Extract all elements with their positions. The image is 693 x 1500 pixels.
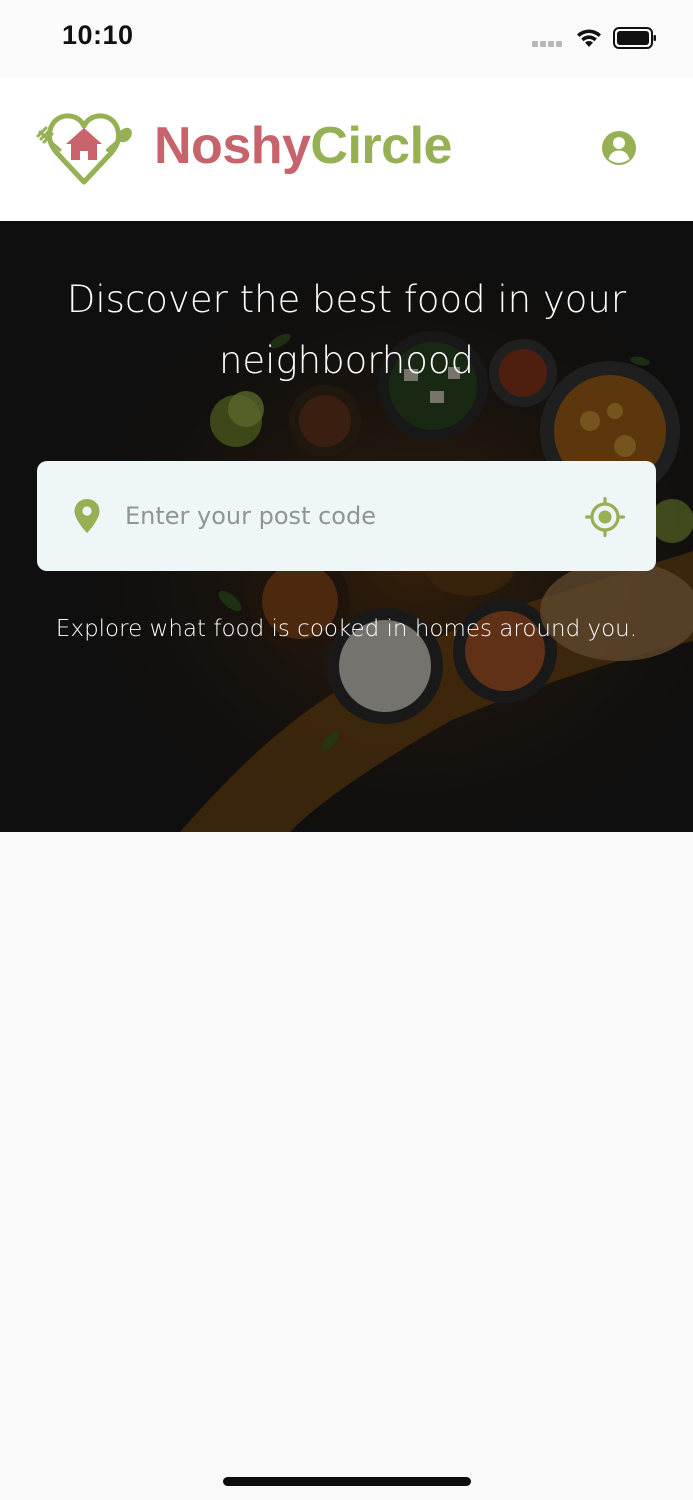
wifi-icon — [577, 29, 601, 47]
map-pin-icon — [74, 499, 100, 533]
profile-button[interactable] — [600, 129, 638, 167]
hero-title: Discover the best food in your neighborh… — [0, 269, 693, 391]
hero-title-line1: Discover the best food in your — [66, 278, 627, 321]
hero-subtitle: Explore what food is cooked in homes aro… — [55, 616, 638, 642]
hero-title-line2: neighborhood — [218, 339, 475, 382]
status-bar: 10:10 — [0, 0, 693, 78]
postcode-input[interactable] — [125, 491, 565, 541]
user-circle-icon — [602, 131, 636, 165]
crosshair-locate-icon — [584, 496, 626, 538]
status-time: 10:10 — [62, 20, 134, 50]
postcode-search-box — [37, 461, 656, 571]
heart-house-fork-spoon-icon — [36, 113, 132, 185]
cellular-signal-icon — [532, 41, 566, 49]
hero-section: Discover the best food in your neighborh… — [0, 221, 693, 832]
logo[interactable]: NoshyCircle — [34, 106, 474, 186]
logo-text: NoshyCircle — [154, 114, 452, 178]
home-indicator[interactable] — [223, 1477, 471, 1486]
use-current-location-button[interactable] — [584, 496, 626, 538]
app-header: NoshyCircle — [0, 78, 693, 221]
battery-icon — [613, 27, 656, 49]
logo-text-circle: Circle — [310, 117, 452, 175]
logo-text-noshy: Noshy — [154, 117, 311, 175]
